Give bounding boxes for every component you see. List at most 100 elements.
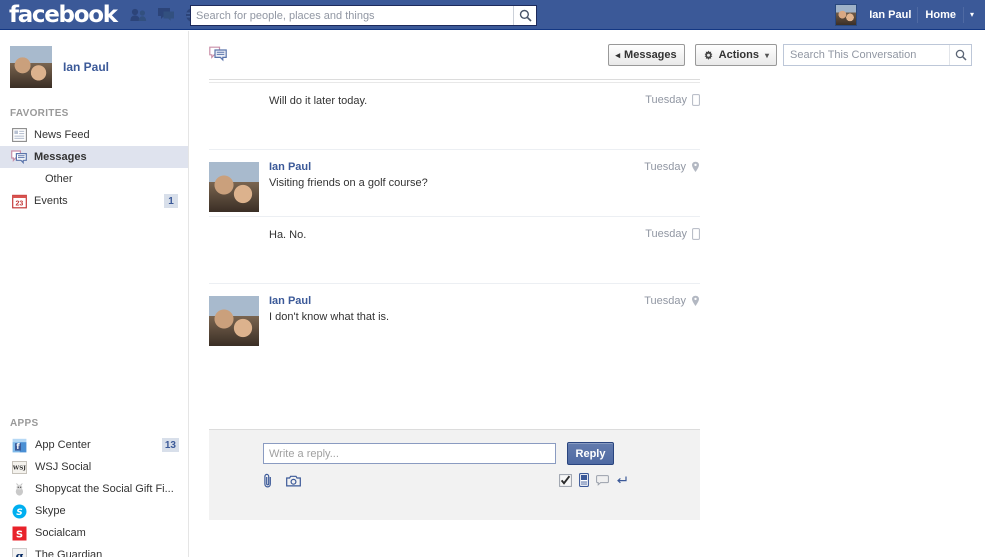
actions-label: Actions (718, 49, 759, 61)
sidebar-app-shopycat[interactable]: Shopycat the Social Gift Fi... (0, 478, 188, 500)
location-pin-icon (691, 295, 700, 307)
table-row: Ha. No. Tuesday (209, 217, 700, 284)
message-body: Ha. No. (209, 228, 700, 243)
search-submit-button[interactable] (513, 6, 536, 25)
sidebar-item-label: News Feed (34, 129, 90, 141)
message-timestamp: Tuesday (645, 94, 687, 106)
reply-button[interactable]: Reply (567, 442, 614, 465)
sidebar-item-news-feed[interactable]: News Feed (0, 124, 188, 146)
apps-heading: APPS (10, 418, 39, 429)
message-text: Visiting friends on a golf course? (269, 177, 428, 189)
back-to-messages-button[interactable]: ◂ Messages (607, 44, 685, 66)
app-center-icon: f (11, 437, 27, 453)
chat-bubble-icon[interactable] (596, 474, 609, 486)
header-avatar[interactable] (835, 4, 858, 26)
composer-status-icons (559, 473, 627, 487)
avatar[interactable] (209, 296, 259, 346)
back-to-messages-label: Messages (624, 49, 677, 61)
toolbar-actions: ◂ Messages Actions ▾ (607, 44, 972, 66)
sidebar-app-the-guardian[interactable]: g The Guardian (0, 544, 188, 557)
conversation-search[interactable] (783, 44, 972, 66)
app-center-badge: 13 (161, 438, 179, 452)
sidebar-item-events[interactable]: 23 Events 1 (0, 190, 188, 212)
actions-button[interactable]: Actions ▾ (694, 44, 777, 66)
reply-input[interactable] (263, 443, 556, 464)
sidebar-app-label: The Guardian (35, 549, 103, 557)
sidebar-app-wsj-social[interactable]: WSJ WSJ Social (0, 456, 188, 478)
enter-key-icon[interactable] (616, 475, 627, 486)
message-body: Ian Paul I don't know what that is. (209, 295, 700, 325)
favorites-heading: FAVORITES (10, 108, 69, 119)
message-meta: Tuesday (645, 94, 700, 106)
message-meta: Tuesday (645, 228, 700, 240)
sidebar-item-other[interactable]: Other (0, 168, 188, 190)
global-header: facebook Search for people, places and t… (0, 0, 985, 30)
profile-name: Ian Paul (63, 60, 110, 74)
mobile-icon (692, 228, 700, 240)
conversation-toolbar: ◂ Messages Actions ▾ (190, 31, 985, 79)
svg-text:g: g (15, 550, 23, 557)
conversation-icon (209, 46, 227, 64)
message-body: Will do it later today. (209, 94, 700, 109)
table-row: Will do it later today. Tuesday (209, 83, 700, 150)
sidebar-app-label: Shopycat the Social Gift Fi... (35, 483, 174, 495)
location-pin-icon (691, 161, 700, 173)
news-feed-icon (11, 127, 27, 143)
sidebar-item-label: Events (34, 195, 68, 207)
table-row: Ian Paul I don't know what that is. Tues… (209, 284, 700, 351)
global-search[interactable] (190, 5, 537, 26)
message-meta: Tuesday (644, 161, 700, 173)
header-home-link[interactable]: Home (918, 9, 963, 21)
skype-icon: S (11, 503, 27, 519)
gear-icon (703, 50, 714, 61)
table-row: Ian Paul Visiting friends on a golf cour… (209, 150, 700, 217)
sidebar-app-label: Skype (35, 505, 66, 517)
profile-avatar (10, 46, 52, 88)
message-timestamp: Tuesday (644, 161, 686, 173)
avatar[interactable] (209, 162, 259, 212)
svg-text:WSJ: WSJ (12, 465, 26, 471)
sidebar-app-socialcam[interactable]: S Socialcam (0, 522, 188, 544)
shopycat-icon (11, 481, 27, 497)
message-text: I don't know what that is. (269, 311, 390, 323)
guardian-icon: g (11, 547, 27, 557)
composer-input-row: Reply (209, 430, 700, 465)
attach-file-icon[interactable] (263, 473, 273, 488)
facebook-logo[interactable]: facebook (9, 1, 118, 29)
message-text: Ha. No. (269, 229, 307, 241)
apps-section: APPS f App Center 13 WSJ WSJ Social Shop… (0, 412, 188, 557)
sidebar-app-label: WSJ Social (35, 461, 92, 473)
composer-tools-row (263, 473, 663, 488)
svg-text:S: S (15, 529, 22, 540)
account-menu-caret-icon[interactable]: ▾ (964, 0, 981, 30)
sidebar-item-messages[interactable]: Messages (0, 146, 188, 168)
messages-icon (11, 149, 27, 165)
sidebar-app-skype[interactable]: S Skype (0, 500, 188, 522)
messages-icon[interactable] (155, 4, 177, 25)
calendar-icon: 23 (11, 193, 27, 209)
sidebar-app-label: App Center (35, 439, 91, 451)
left-sidebar: Ian Paul FAVORITES News Feed Messages Ot (0, 31, 189, 557)
message-author[interactable]: Ian Paul (269, 295, 630, 307)
sidebar-item-label: Messages (34, 151, 87, 163)
sidebar-profile-link[interactable]: Ian Paul (0, 31, 188, 102)
camera-icon[interactable] (286, 475, 301, 487)
message-thread: Will do it later today. Tuesday Ian Paul… (209, 79, 700, 351)
sidebar-app-app-center[interactable]: f App Center 13 (0, 434, 188, 456)
events-badge: 1 (164, 194, 178, 208)
search-input[interactable] (191, 6, 513, 25)
friend-requests-icon[interactable] (128, 4, 150, 25)
conversation-search-button[interactable] (949, 45, 971, 65)
message-author[interactable]: Ian Paul (269, 161, 630, 173)
message-body: Ian Paul Visiting friends on a golf cour… (209, 161, 700, 191)
sidebar-app-label: Socialcam (35, 527, 86, 539)
message-timestamp: Tuesday (645, 228, 687, 240)
checkmark-icon[interactable] (559, 473, 572, 487)
conversation-search-input[interactable] (784, 45, 949, 65)
socialcam-icon: S (11, 525, 27, 541)
mobile-icon (692, 94, 700, 106)
svg-text:S: S (16, 508, 22, 518)
mobile-phone-icon[interactable] (579, 473, 589, 487)
wsj-social-icon: WSJ (11, 459, 27, 475)
header-user-name[interactable]: Ian Paul (863, 9, 917, 21)
